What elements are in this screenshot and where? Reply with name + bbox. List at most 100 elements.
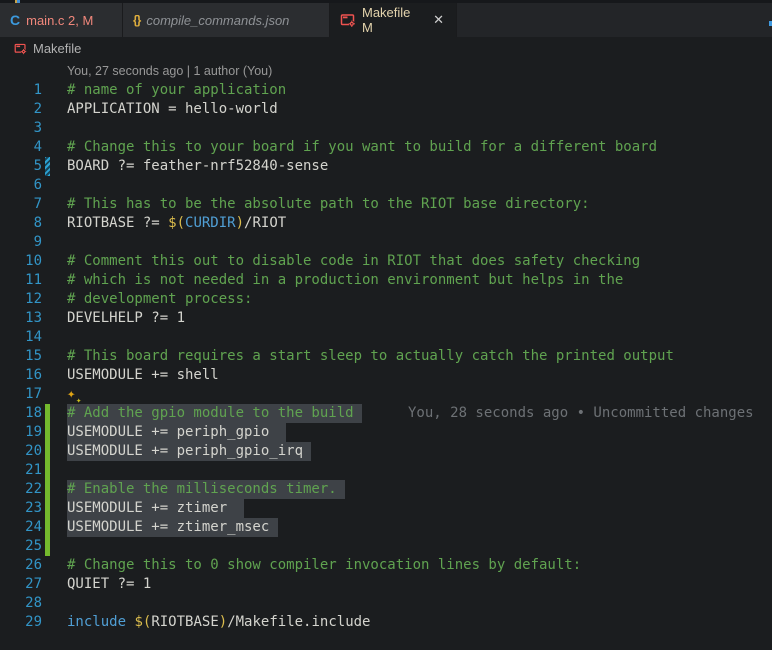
code-line[interactable]: 4 # Change this to your board if you want… — [0, 138, 772, 157]
line-number[interactable]: 21 — [0, 461, 42, 480]
code-line[interactable]: 24 USEMODULE += ztimer_msec — [0, 518, 772, 537]
close-icon[interactable]: ✕ — [431, 12, 446, 28]
line-number[interactable]: 10 — [0, 252, 42, 271]
git-added-gutter-indicator — [45, 461, 50, 480]
line-number[interactable]: 19 — [0, 423, 42, 442]
line-number[interactable]: 27 — [0, 575, 42, 594]
code-line[interactable]: 29 include $(RIOTBASE)/Makefile.include — [0, 613, 772, 632]
code-line[interactable]: 3 — [0, 119, 772, 138]
line-number[interactable]: 23 — [0, 499, 42, 518]
code-line[interactable]: 20 USEMODULE += periph_gpio_irq — [0, 442, 772, 461]
line-number[interactable]: 1 — [0, 81, 42, 100]
git-modified-gutter-indicator — [45, 157, 50, 176]
selection-highlight: USEMODULE += ztimer_msec — [67, 518, 278, 537]
line-number[interactable]: 20 — [0, 442, 42, 461]
line-content: DEVELHELP ?= 1 — [67, 310, 186, 326]
ai-sparkle-icon[interactable]: ✦ ✦ — [67, 386, 81, 406]
line-number[interactable]: 11 — [0, 271, 42, 290]
codelens-authors[interactable]: You, 27 seconds ago | 1 author (You) — [0, 60, 772, 81]
line-number[interactable]: 9 — [0, 233, 42, 252]
code-line[interactable]: 17 ✦ ✦ — [0, 385, 772, 406]
line-content: # This board requires a start sleep to a… — [67, 348, 674, 364]
makefile-icon — [340, 14, 355, 27]
line-number[interactable]: 14 — [0, 328, 42, 347]
breadcrumb-item-makefile[interactable]: Makefile — [33, 41, 81, 56]
makefile-icon — [14, 43, 27, 55]
code-line[interactable]: 18 # Add the gpio module to the build You,… — [0, 404, 772, 423]
code-line[interactable]: 22 # Enable the milliseconds timer. — [0, 480, 772, 499]
line-content: # This has to be the absolute path to th… — [67, 196, 590, 212]
line-number[interactable]: 24 — [0, 518, 42, 537]
c-language-icon: C — [10, 12, 21, 28]
selection-highlight: USEMODULE += ztimer — [67, 499, 244, 518]
tab-compile-commands-json[interactable]: {} compile_commands.json — [123, 3, 330, 37]
code-editor[interactable]: You, 27 seconds ago | 1 author (You) 1 # … — [0, 60, 772, 650]
line-number[interactable]: 18 — [0, 404, 42, 423]
code-line[interactable]: 15 # This board requires a start sleep to… — [0, 347, 772, 366]
line-content: # Change this to 0 show compiler invocat… — [67, 557, 582, 573]
code-line[interactable]: 11 # which is not needed in a production … — [0, 271, 772, 290]
line-number[interactable]: 16 — [0, 366, 42, 385]
line-content: ✦ ✦ — [67, 385, 81, 406]
git-added-gutter-indicator — [45, 518, 50, 537]
code-line[interactable]: 27 QUIET ?= 1 — [0, 575, 772, 594]
line-number[interactable]: 5 — [0, 157, 42, 176]
line-number[interactable]: 15 — [0, 347, 42, 366]
code-line[interactable]: 12 # development process: — [0, 290, 772, 309]
tab-label: compile_commands.json — [146, 12, 290, 28]
code-line[interactable]: 5 BOARD ?= feather-nrf52840-sense — [0, 157, 772, 176]
code-line[interactable]: 7 # This has to be the absolute path to t… — [0, 195, 772, 214]
breadcrumb[interactable]: Makefile — [0, 37, 772, 60]
code-line[interactable]: 8 RIOTBASE ?= $(CURDIR)/RIOT — [0, 214, 772, 233]
line-content: # Change this to your board if you want … — [67, 139, 658, 155]
line-number[interactable]: 3 — [0, 119, 42, 138]
line-content: USEMODULE += ztimer_msec — [67, 518, 278, 537]
line-content: # Add the gpio module to the build — [67, 404, 362, 423]
code-line[interactable]: 26 # Change this to 0 show compiler invoc… — [0, 556, 772, 575]
code-line[interactable]: 25 — [0, 537, 772, 556]
git-added-gutter-indicator — [45, 442, 50, 461]
line-number[interactable]: 26 — [0, 556, 42, 575]
line-content — [67, 461, 118, 480]
line-content: BOARD ?= feather-nrf52840-sense — [67, 158, 329, 174]
line-number[interactable]: 12 — [0, 290, 42, 309]
line-number[interactable]: 17 — [0, 385, 42, 404]
code-line[interactable]: 13 DEVELHELP ?= 1 — [0, 309, 772, 328]
line-content: APPLICATION = hello-world — [67, 101, 278, 117]
code-line[interactable]: 2 APPLICATION = hello-world — [0, 100, 772, 119]
code-line[interactable]: 23 USEMODULE += ztimer — [0, 499, 772, 518]
line-number[interactable]: 6 — [0, 176, 42, 195]
line-number[interactable]: 4 — [0, 138, 42, 157]
line-content: # Comment this out to disable code in RI… — [67, 253, 641, 269]
editor-tab-bar: C main.c 2, M {} compile_commands.json M… — [0, 3, 772, 37]
code-line[interactable]: 9 — [0, 233, 772, 252]
code-line[interactable]: 6 — [0, 176, 772, 195]
line-number[interactable]: 7 — [0, 195, 42, 214]
code-line[interactable]: 28 — [0, 594, 772, 613]
line-number[interactable]: 8 — [0, 214, 42, 233]
line-content: RIOTBASE ?= $(CURDIR)/RIOT — [67, 215, 287, 231]
line-content: USEMODULE += periph_gpio — [67, 423, 287, 442]
tab-makefile[interactable]: Makefile M ✕ — [330, 3, 457, 37]
git-added-gutter-indicator — [45, 537, 50, 556]
code-line[interactable]: 21 — [0, 461, 772, 480]
line-content: USEMODULE += shell — [67, 367, 219, 383]
line-number[interactable]: 13 — [0, 309, 42, 328]
tab-main-c[interactable]: C main.c 2, M — [0, 3, 123, 37]
line-number[interactable]: 22 — [0, 480, 42, 499]
selection-highlight: # Add the gpio module to the build — [67, 404, 362, 423]
line-number[interactable]: 29 — [0, 613, 42, 632]
line-content: # which is not needed in a production en… — [67, 272, 624, 288]
code-line[interactable]: 19 USEMODULE += periph_gpio — [0, 423, 772, 442]
code-line[interactable]: 16 USEMODULE += shell — [0, 366, 772, 385]
line-number[interactable]: 25 — [0, 537, 42, 556]
line-content: # name of your application — [67, 82, 287, 98]
selection-highlight: USEMODULE += periph_gpio — [67, 423, 287, 442]
tab-label: Makefile M — [362, 5, 411, 35]
code-line[interactable]: 10 # Comment this out to disable code in … — [0, 252, 772, 271]
line-number[interactable]: 2 — [0, 100, 42, 119]
code-line[interactable]: 1 # name of your application — [0, 81, 772, 100]
line-number[interactable]: 28 — [0, 594, 42, 613]
code-line[interactable]: 14 — [0, 328, 772, 347]
tab-label: main.c 2, M — [26, 12, 94, 28]
